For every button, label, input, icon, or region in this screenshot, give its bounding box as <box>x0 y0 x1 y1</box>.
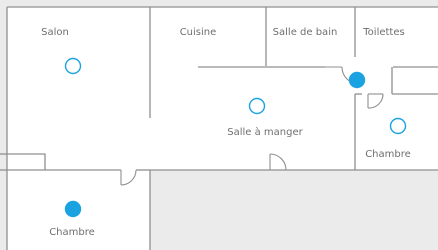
room-label-salle-de-bain: Salle de bain <box>273 27 338 38</box>
room-label-salle-a-manger: Salle à manger <box>227 126 303 138</box>
floor-plan: Salon Cuisine Salle de bain Toilettes Sa… <box>0 0 438 250</box>
sensor-chambre-gauche-active-icon[interactable] <box>64 200 82 218</box>
room-label-cuisine: Cuisine <box>180 27 217 38</box>
room-label-salon: Salon <box>41 27 69 38</box>
room-label-chambre-gauche: Chambre <box>49 227 95 238</box>
room-label-chambre-droite: Chambre <box>365 149 411 160</box>
floor-plan-drawing: Salon Cuisine Salle de bain Toilettes Sa… <box>0 0 438 250</box>
sensor-salle-a-manger-inactive-icon[interactable] <box>248 97 266 115</box>
sensor-salon-inactive-icon[interactable] <box>64 57 82 75</box>
room-label-toilettes: Toilettes <box>362 27 404 38</box>
sensor-toilettes-active-icon[interactable] <box>348 71 366 89</box>
sensor-chambre-droite-inactive-icon[interactable] <box>389 117 407 135</box>
